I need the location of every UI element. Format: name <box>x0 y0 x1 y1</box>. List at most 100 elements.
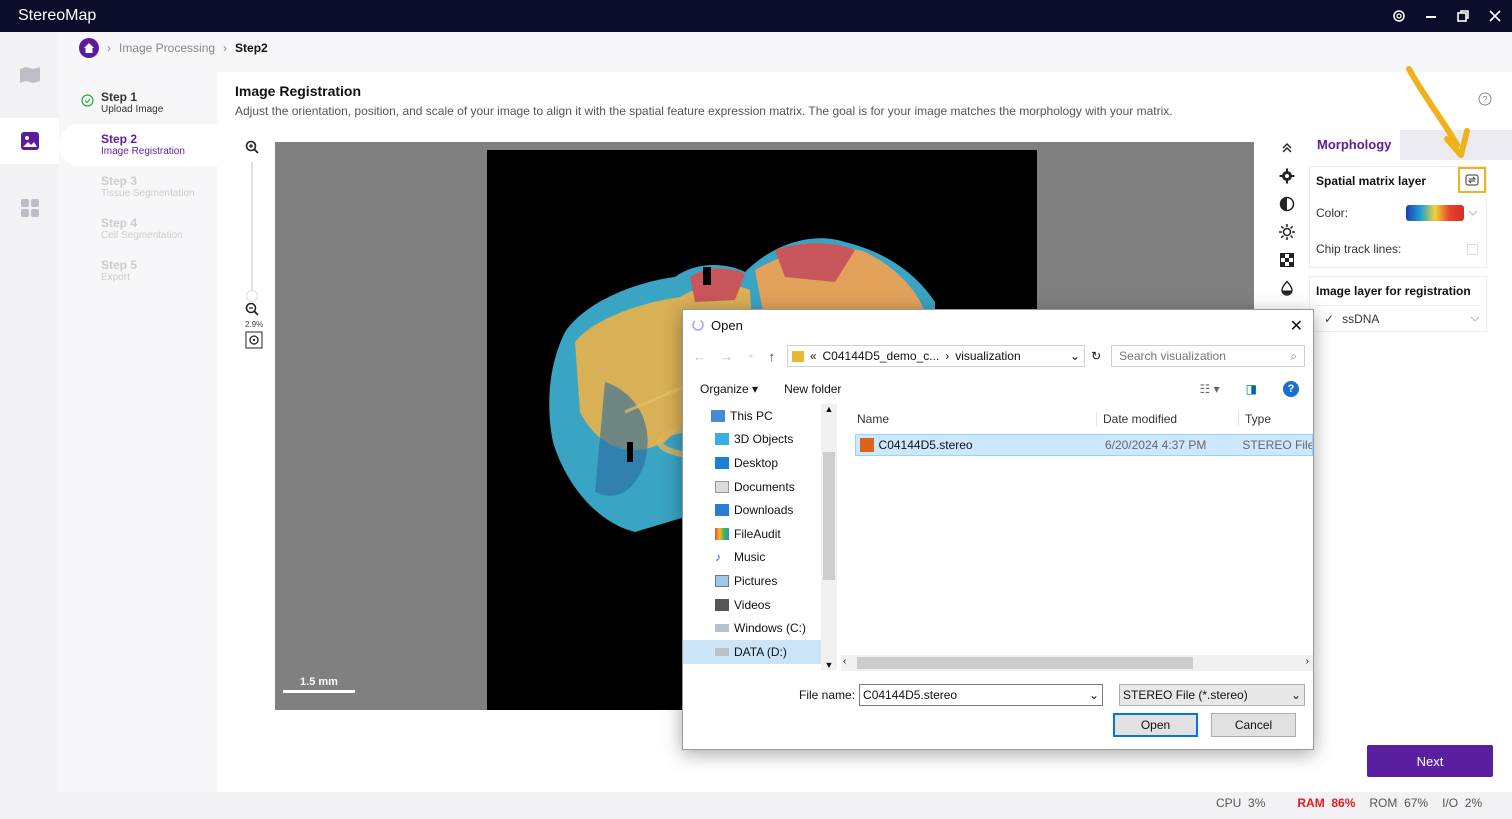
step-item-2[interactable]: Step 2 Image Registration <box>59 124 217 166</box>
tree-item-music[interactable]: ♪ Music <box>683 546 835 570</box>
close-icon[interactable] <box>1488 9 1502 23</box>
video-icon <box>715 598 729 611</box>
spatial-matrix-label: Spatial matrix layer <box>1316 174 1427 188</box>
image-processing-icon[interactable] <box>0 118 59 164</box>
file-name-dropdown-icon[interactable]: ⌄ <box>1089 688 1099 702</box>
file-type-select[interactable]: STEREO File (*.stereo) ⌄ <box>1119 684 1306 706</box>
help-circle-icon[interactable]: ? <box>1283 381 1299 397</box>
scroll-right-icon[interactable]: › <box>1306 656 1309 667</box>
swap-icon <box>1465 174 1479 186</box>
step-item-4: Step 4 Cell Segmentation <box>59 208 217 250</box>
check-circle-icon <box>81 94 94 107</box>
back-arrow-icon[interactable]: ← <box>693 349 706 364</box>
computer-icon <box>711 409 725 422</box>
next-button[interactable]: Next <box>1367 745 1493 777</box>
apps-icon[interactable] <box>0 185 59 231</box>
colormap-select[interactable] <box>1406 205 1478 221</box>
fit-view-icon[interactable] <box>245 331 267 354</box>
up-arrow-icon[interactable]: ↑ <box>769 349 776 364</box>
refresh-icon[interactable]: ↻ <box>1091 349 1101 363</box>
organize-button[interactable]: Organize ▾ <box>700 382 758 396</box>
spatial-matrix-title: Spatial matrix layer <box>1316 167 1486 195</box>
home-icon[interactable] <box>79 38 99 58</box>
zoom-slider[interactable] <box>245 162 267 302</box>
step-item-3: Step 3 Tissue Segmentation <box>59 166 217 208</box>
map-icon[interactable] <box>0 52 59 98</box>
preview-pane-icon[interactable]: ◨ <box>1246 382 1257 396</box>
tree-item-3d-objects[interactable]: 3D Objects <box>683 428 835 452</box>
loading-icon <box>692 319 704 331</box>
step-item-1[interactable]: Step 1 Upload Image <box>59 82 217 124</box>
help-icon[interactable]: ? <box>1478 92 1492 111</box>
minimize-icon[interactable] <box>1424 9 1438 23</box>
drive-icon <box>715 647 729 656</box>
recent-chevron-icon[interactable]: ⌄ <box>747 349 755 364</box>
tree-item-data-d[interactable]: DATA (D:) <box>683 639 835 664</box>
file-date: 6/20/2024 4:37 PM <box>1104 438 1207 452</box>
tree-item-documents[interactable]: Documents <box>683 475 835 499</box>
column-date[interactable]: Date modified <box>1097 412 1239 426</box>
tree-item-fileaudit[interactable]: FileAudit <box>683 522 835 546</box>
file-name: C04144D5.stereo <box>878 438 973 452</box>
zoom-in-icon[interactable] <box>245 140 267 162</box>
tree-item-videos[interactable]: Videos <box>683 593 835 617</box>
search-input[interactable]: Search visualization ⌕ <box>1111 345 1305 367</box>
chevron-down-icon <box>1468 210 1478 216</box>
file-list-scrollbar[interactable]: ‹ › <box>841 655 1313 671</box>
title-bar: StereoMap <box>0 0 1512 32</box>
folder-icon <box>791 350 804 362</box>
zoom-level: 2.9% <box>245 320 264 329</box>
column-type[interactable]: Type <box>1239 412 1271 426</box>
rom-status: ROM 67% <box>1369 796 1429 810</box>
brightness-icon[interactable] <box>1272 218 1302 246</box>
column-name[interactable]: Name <box>841 412 1097 426</box>
desktop-icon <box>715 456 729 469</box>
checkerboard-icon[interactable] <box>1272 246 1302 274</box>
path-current[interactable]: visualization <box>955 349 1020 363</box>
breadcrumb-parent[interactable]: Image Processing <box>119 41 215 55</box>
settings-icon[interactable] <box>1392 9 1406 23</box>
tree-item-windows-c[interactable]: Windows (C:) <box>683 616 835 640</box>
scroll-up-icon[interactable]: ▲ <box>821 404 837 418</box>
music-icon: ♪ <box>715 550 721 565</box>
opacity-icon[interactable] <box>1272 274 1302 302</box>
forward-arrow-icon[interactable]: → <box>720 349 733 364</box>
image-layer-title: Image layer for registration <box>1316 284 1471 298</box>
tree-item-downloads[interactable]: Downloads <box>683 498 835 522</box>
path-separator-icon: › <box>945 349 950 363</box>
view-options-icon[interactable]: ☷ ▾ <box>1200 382 1220 396</box>
zoom-slider-handle[interactable] <box>246 290 258 302</box>
step-subtitle: Image Registration <box>101 146 185 157</box>
tree-scrollbar[interactable]: ▲ ▼ <box>821 404 837 670</box>
path-folder[interactable]: C04144D5_demo_c... <box>823 349 940 363</box>
chip-track-checkbox[interactable] <box>1467 243 1478 255</box>
tool-column <box>1272 134 1302 302</box>
tree-item-desktop[interactable]: Desktop <box>683 451 835 475</box>
dialog-close-icon[interactable]: ✕ <box>1290 316 1303 336</box>
tree-scroll-thumb[interactable] <box>823 452 835 580</box>
swap-layer-button[interactable] <box>1458 167 1486 193</box>
path-dropdown-icon[interactable]: ⌄ <box>1070 349 1080 363</box>
file-list-scroll-thumb[interactable] <box>857 657 1193 669</box>
scroll-down-icon[interactable]: ▼ <box>821 660 837 670</box>
image-layer-select[interactable]: ✓ ssDNA <box>1316 305 1480 331</box>
open-button[interactable]: Open <box>1113 713 1198 737</box>
zoom-out-icon[interactable] <box>245 302 267 320</box>
file-row[interactable]: C04144D5.stereo 6/20/2024 4:37 PM STEREO… <box>855 434 1313 456</box>
file-name-input[interactable]: C04144D5.stereo ⌄ <box>859 684 1104 706</box>
navigation-tree: This PC 3D Objects Desktop Documents Dow… <box>683 404 835 670</box>
scroll-left-icon[interactable]: ‹ <box>843 656 846 667</box>
image-layer-section: Image layer for registration ✓ ssDNA <box>1309 276 1487 332</box>
tree-item-this-pc[interactable]: This PC <box>683 404 835 428</box>
address-bar[interactable]: « C04144D5_demo_c... › visualization ⌄ <box>786 345 1086 367</box>
tree-item-pictures[interactable]: Pictures <box>683 569 835 593</box>
contrast-icon[interactable] <box>1272 190 1302 218</box>
collapse-up-icon[interactable] <box>1272 134 1302 162</box>
gear-icon[interactable] <box>1272 162 1302 190</box>
step-item-5: Step 5 Export <box>59 250 217 292</box>
restore-icon[interactable] <box>1456 9 1470 23</box>
new-folder-button[interactable]: New folder <box>784 382 841 396</box>
cancel-button[interactable]: Cancel <box>1211 713 1296 737</box>
tab-morphology[interactable]: Morphology <box>1307 130 1400 160</box>
chevron-down-icon <box>1470 316 1480 322</box>
